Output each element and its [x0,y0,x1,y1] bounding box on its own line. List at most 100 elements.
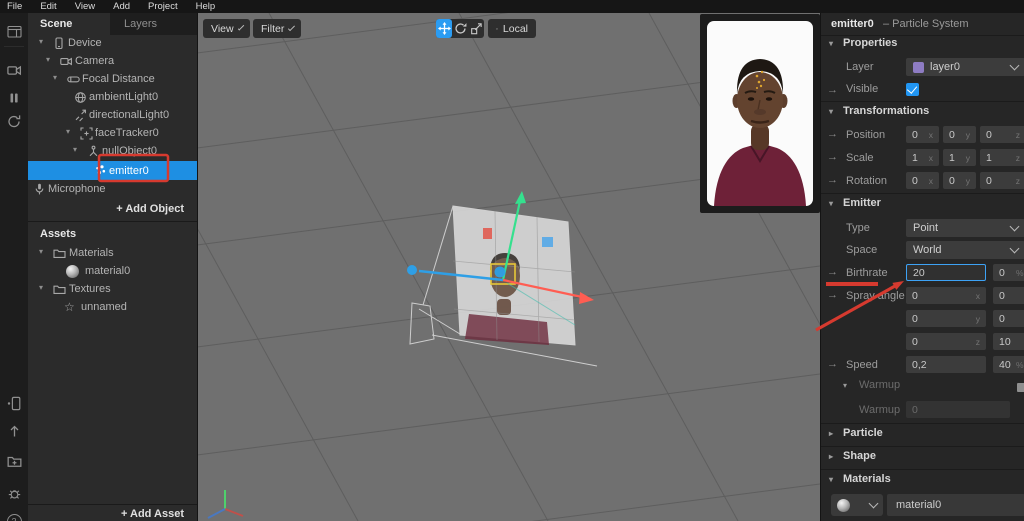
patch-arrow-icon[interactable]: → [827,128,838,140]
export-arrow-icon[interactable] [0,421,28,441]
caret-down-icon[interactable]: ▾ [53,73,57,82]
camera-icon [60,55,73,68]
tree-item-ambient-light[interactable]: ambientLight0 [28,88,197,106]
position-x-field[interactable]: 0x [906,126,939,143]
spray-y-field[interactable]: 0y [906,310,986,327]
patch-arrow-icon[interactable]: → [827,174,838,186]
warmup-toggle-cutoff[interactable] [1017,383,1024,392]
scale-y-field[interactable]: 1y [943,149,976,166]
tab-layers[interactable]: Layers [110,13,197,35]
menu-add[interactable]: Add [113,1,130,12]
position-y-field[interactable]: 0y [943,126,976,143]
device-icon [53,36,66,50]
asset-item-material0[interactable]: material0 [28,262,197,280]
tree-item-focal-distance[interactable]: ▾ Focal Distance [28,70,197,88]
tree-item-face-tracker[interactable]: ▾ faceTracker0 [28,124,197,142]
spray-z-field[interactable]: 0z [906,333,986,350]
material-sphere-icon [837,498,850,512]
help-icon[interactable]: ? [0,511,28,521]
caret-down-icon: ▾ [829,199,834,208]
chevron-down-icon [1009,221,1020,232]
caret-down-icon: ▾ [829,107,834,116]
panels-icon[interactable] [0,21,28,41]
video-camera-icon[interactable] [0,60,28,80]
caret-down-icon[interactable]: ▾ [66,127,70,136]
tree-item-microphone[interactable]: Microphone [28,180,197,198]
emitter-type-dropdown[interactable]: Point [906,219,1024,237]
asset-item-unnamed[interactable]: ☆ unnamed [28,298,197,316]
scale-tool-button[interactable] [468,19,484,38]
speed-field[interactable]: 0,2 [906,356,986,373]
rotation-x-field[interactable]: 0x [906,172,939,189]
import-folder-icon[interactable] [0,451,28,471]
panel-divider [28,504,197,505]
material-row: material0 [821,494,1024,516]
tab-scene[interactable]: Scene [28,13,110,35]
send-to-device-icon[interactable] [0,393,28,413]
material-name-field[interactable]: material0 [887,494,1024,516]
menu-file[interactable]: File [7,1,22,12]
tree-item-directional-light[interactable]: directionalLight0 [28,106,197,124]
emitter-space-dropdown[interactable]: World [906,241,1024,259]
add-object-button[interactable]: + Add Object [28,203,197,215]
scale-z-field[interactable]: 1z [980,149,1024,166]
layer-dropdown[interactable]: layer0 [906,58,1024,76]
rotation-y-field[interactable]: 0y [943,172,976,189]
view-dropdown[interactable]: View [203,19,250,38]
menu-view[interactable]: View [75,1,95,12]
caret-down-icon[interactable]: ▾ [73,145,77,154]
caret-down-icon[interactable]: ▾ [39,283,43,292]
spray-x-field[interactable]: 0x [906,287,986,304]
inspector-object-type: – Particle System [883,18,969,30]
test-bug-icon[interactable] [0,483,28,503]
asset-item-materials[interactable]: ▾ Materials [28,244,197,262]
caret-down-icon[interactable]: ▾ [39,247,43,256]
add-asset-button[interactable]: + Add Asset [28,508,197,520]
asset-item-textures[interactable]: ▾ Textures [28,280,197,298]
spray-x-random-field[interactable]: 0 [993,287,1024,304]
patch-arrow-icon[interactable]: → [827,266,838,278]
camera-preview-image [707,21,813,206]
birthrate-field[interactable]: 20 [906,264,986,281]
local-space-button[interactable]: Local [488,19,536,38]
menu-help[interactable]: Help [196,1,216,12]
rotation-z-field[interactable]: 0z [980,172,1024,189]
tree-item-camera[interactable]: ▾ Camera [28,52,197,70]
scale-x-field[interactable]: 1x [906,149,939,166]
tree-item-emitter[interactable]: emitter0 [28,161,197,180]
pause-icon[interactable] [0,88,28,108]
spray-z-random-field[interactable]: 10 [993,333,1024,350]
move-tool-button[interactable] [436,19,452,38]
caret-right-icon: ▸ [829,452,834,461]
patch-arrow-icon[interactable]: → [827,84,838,96]
material-picker[interactable] [831,494,883,516]
position-z-field[interactable]: 0z [980,126,1024,143]
rotate-icon [454,23,466,34]
null-object-icon [87,145,100,158]
patch-arrow-icon[interactable]: → [827,151,838,163]
caret-down-icon[interactable]: ▾ [46,55,50,64]
chevron-down-icon [868,498,879,509]
rotate-tool-button[interactable] [452,19,468,38]
patch-arrow-icon[interactable]: → [827,358,838,370]
chevron-down-icon [1009,60,1020,71]
caret-down-icon: ▾ [843,381,848,390]
restart-icon[interactable] [0,111,28,131]
directional-light-icon [74,109,87,122]
warmup-field[interactable]: 0 [906,401,1010,418]
visible-checkbox[interactable] [906,83,919,96]
caret-right-icon: ▸ [829,429,834,438]
scene-assets-panel: Scene Layers ▾ Device ▾ Camera ▾ Focal D… [28,13,198,521]
filter-dropdown[interactable]: Filter [253,19,301,38]
tree-item-null-object[interactable]: ▾ nullObject0 [28,142,197,160]
left-toolbar: ? [0,13,28,521]
menu-project[interactable]: Project [148,1,178,12]
spray-y-random-field[interactable]: 0 [993,310,1024,327]
scale-icon [470,23,482,35]
assets-title: Assets [40,228,77,240]
3d-viewport[interactable]: View Filter Local [197,13,820,521]
patch-arrow-icon[interactable]: → [827,289,838,301]
caret-down-icon[interactable]: ▾ [39,37,43,46]
tree-item-device[interactable]: ▾ Device [28,34,197,52]
menu-edit[interactable]: Edit [40,1,56,12]
